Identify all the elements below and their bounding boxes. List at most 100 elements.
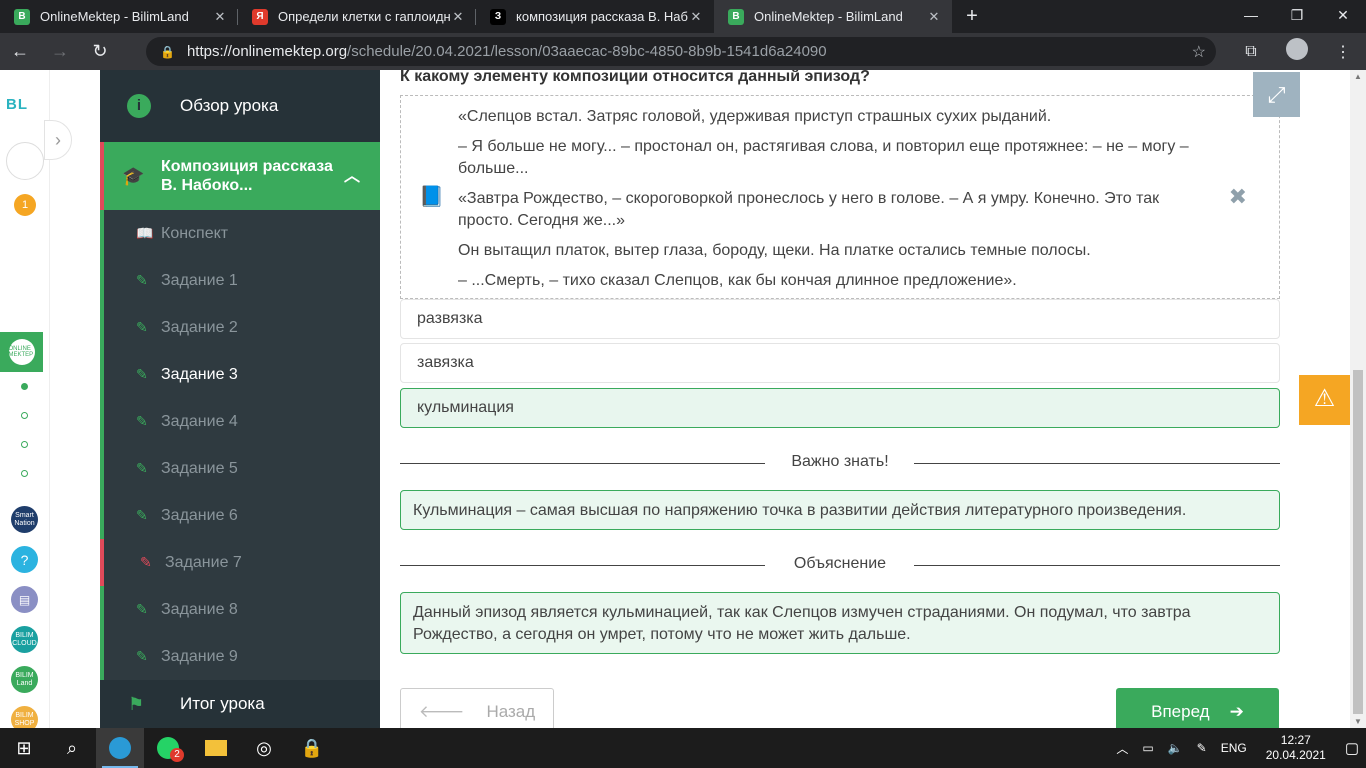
edit-icon: ✎ (140, 554, 152, 570)
quote-line: «Слепцов встал. Затряс головой, удержива… (458, 108, 1052, 125)
sidebar-item-task-8[interactable]: ✎ Задание 8 (104, 586, 380, 633)
sidebar-item-task-7[interactable]: ✎ Задание 7 (100, 539, 380, 586)
page-scrollbar[interactable]: ▲ ▼ (1350, 70, 1366, 728)
edge-browser-icon[interactable] (96, 728, 144, 768)
quote-line: – ...Смерть, – тихо сказал Слепцов, как … (458, 272, 1017, 289)
nav-dot[interactable] (21, 470, 28, 477)
current-lesson-header[interactable]: 🎓 Композиция рассказа В. Набоко... ︿ (100, 142, 380, 210)
lesson-sidebar: i Обзор урока 🎓 Композиция рассказа В. Наб… (100, 70, 380, 728)
item-label: Задание 5 (161, 459, 238, 477)
answer-option-zavyazka[interactable]: завязка (400, 343, 1280, 383)
sidebar-item-task-9[interactable]: ✎ Задание 9 (104, 633, 380, 680)
nav-dot[interactable] (21, 441, 28, 448)
graduation-cap-icon: 🎓 (122, 165, 145, 186)
close-window-icon[interactable]: ✕ (1320, 0, 1366, 33)
vpn-lock-icon[interactable]: 🔒 (288, 728, 336, 768)
episode-quote: 📘 «Слепцов встал. Затряс головой, удержи… (400, 95, 1280, 299)
explanation-box: Данный эпизод является кульминацией, так… (400, 592, 1280, 654)
lesson-summary-item[interactable]: ⚑ Итог урока (100, 680, 380, 728)
close-icon[interactable]: ✖ (1229, 186, 1247, 208)
notifications-icon[interactable]: ▢ (1345, 739, 1359, 757)
bilim-cloud-icon[interactable]: BILIM CLOUD (11, 626, 38, 653)
system-tray: ︿ ▭ 🔈 ✎ ENG 12:27 20.04.2021 ▢ (1109, 728, 1366, 768)
whatsapp-icon[interactable]: 2 (144, 728, 192, 768)
info-icon: i (127, 94, 151, 118)
address-bar[interactable]: 🔒 https://onlinemektep.org/schedule/20.0… (146, 37, 1216, 66)
collapse-sidebar-button[interactable]: › (44, 120, 72, 160)
edit-icon: ✎ (136, 460, 148, 476)
sidebar-item-task-2[interactable]: ✎ Задание 2 (104, 304, 380, 351)
next-button[interactable]: Вперед ➔ (1116, 688, 1279, 728)
chevron-up-icon[interactable]: ︿ (344, 167, 360, 186)
windows-start-icon[interactable]: ⊞ (0, 728, 48, 768)
profile-avatar[interactable] (1274, 38, 1320, 65)
close-tab-icon[interactable]: ✕ (212, 9, 228, 25)
search-icon[interactable]: ⌕ (48, 728, 96, 768)
browser-tab-2[interactable]: Зкомпозиция рассказа В. Набокова✕ (476, 0, 714, 33)
help-icon[interactable]: ? (11, 546, 38, 573)
forward-arrow-icon[interactable]: → (40, 41, 80, 62)
close-tab-icon[interactable]: ✕ (926, 9, 942, 25)
camera-app-icon[interactable]: ◎ (240, 728, 288, 768)
bookmark-star-icon[interactable]: ☆ (1192, 42, 1206, 62)
item-label: Задание 6 (161, 506, 238, 524)
sidebar-item-konspekt[interactable]: 📖 Конспект (104, 210, 380, 257)
nav-dot[interactable] (21, 383, 28, 390)
nav-dot[interactable] (21, 412, 28, 419)
report-warning-icon[interactable]: ⚠ (1299, 375, 1350, 425)
sidebar-item-task-6[interactable]: ✎ Задание 6 (104, 492, 380, 539)
browser-tab-1[interactable]: Я Определи клетки с гаплоидным ✕ (238, 0, 476, 33)
answer-option-kulminatsiya[interactable]: кульминация (400, 388, 1280, 428)
lesson-overview-item[interactable]: i Обзор урока (100, 70, 380, 142)
yandex-favicon-icon: Я (252, 8, 268, 25)
minimize-icon[interactable]: — (1228, 0, 1274, 33)
bilimland-logo[interactable]: BL (6, 96, 28, 113)
network-icon[interactable]: ▭ (1142, 741, 1153, 755)
fullscreen-expand-icon[interactable]: ⤢ (1253, 72, 1300, 117)
app-rail: BL 1 ONLINE MEKTEP Smart Nation ? ▤ BILI… (0, 70, 50, 733)
sidebar-item-task-4[interactable]: ✎ Задание 4 (104, 398, 380, 445)
tab-title: OnlineMektep - BilimLand (40, 9, 189, 24)
important-divider: Важно знать! (400, 453, 1280, 473)
bilim-land-icon[interactable]: BILIM Land (11, 666, 38, 693)
notification-badge[interactable]: 1 (14, 194, 36, 216)
clock[interactable]: 12:27 20.04.2021 (1266, 733, 1326, 763)
keyboard-icon[interactable]: ▤ (11, 586, 38, 613)
explanation-title: Объяснение (793, 555, 887, 572)
onlinemektep-app-icon[interactable]: ONLINE MEKTEP (0, 332, 43, 372)
item-label: Конспект (161, 224, 229, 242)
file-explorer-icon[interactable] (192, 728, 240, 768)
edit-icon: ✎ (136, 601, 148, 617)
smart-nation-icon[interactable]: Smart Nation (11, 506, 38, 533)
answer-option-razvyazka[interactable]: развязка (400, 299, 1280, 339)
close-tab-icon[interactable]: ✕ (450, 9, 466, 25)
sidebar-item-task-5[interactable]: ✎ Задание 5 (104, 445, 380, 492)
collections-icon[interactable]: ⧉ (1228, 43, 1274, 61)
back-button[interactable]: 🡐 Назад (400, 688, 554, 728)
new-tab-icon[interactable]: + (952, 0, 992, 33)
edit-icon: ✎ (136, 319, 148, 335)
tab-title: OnlineMektep - BilimLand (754, 9, 903, 24)
pen-icon[interactable]: ✎ (1197, 741, 1207, 755)
user-avatar[interactable] (6, 142, 44, 180)
restore-icon[interactable]: ❐ (1274, 0, 1320, 33)
item-label: Задание 8 (161, 600, 238, 618)
quote-line: – Я больше не могу... – простонал он, ра… (458, 138, 1189, 177)
reload-icon[interactable]: ↻ (80, 41, 120, 62)
back-arrow-icon[interactable]: ← (0, 41, 40, 62)
browser-tab-0[interactable]: B OnlineMektep - BilimLand ✕ (0, 0, 238, 33)
question-text: К какому элементу композиции относится д… (400, 70, 870, 85)
item-label: Задание 9 (161, 647, 238, 665)
menu-dots-icon[interactable]: ⋮ (1320, 42, 1366, 62)
sidebar-item-task-1[interactable]: ✎ Задание 1 (104, 257, 380, 304)
book-icon: 📖 (136, 225, 154, 241)
sidebar-item-task-3[interactable]: ✎ Задание 3 (104, 351, 380, 398)
browser-tab-3[interactable]: B OnlineMektep - BilimLand ✕ (714, 0, 952, 33)
chevron-up-icon[interactable]: ︿ (1116, 740, 1128, 757)
flag-icon: ⚑ (128, 693, 145, 714)
task-content: К какому элементу композиции относится д… (380, 70, 1350, 728)
volume-icon[interactable]: 🔈 (1168, 741, 1183, 755)
browser-tab-bar: B OnlineMektep - BilimLand ✕ Я Определи кле… (0, 0, 1366, 33)
language-indicator[interactable]: ENG (1221, 741, 1247, 755)
close-tab-icon[interactable]: ✕ (688, 9, 704, 25)
